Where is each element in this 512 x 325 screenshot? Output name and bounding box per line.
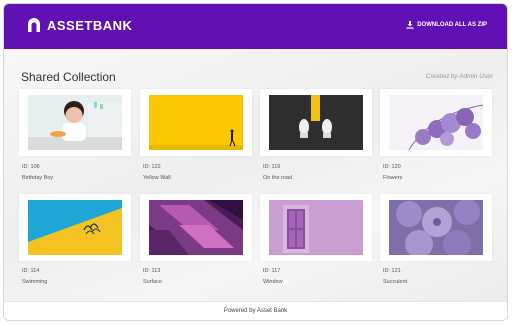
created-by: Created by Admin User: [425, 73, 493, 80]
asset-thumbnail: [149, 200, 243, 255]
asset-thumbnail: [269, 95, 363, 150]
asset-card[interactable]: [140, 89, 252, 156]
asset-thumbnail: [389, 200, 483, 255]
asset-meta: ID: 114 Swimming: [22, 268, 47, 285]
asset-card[interactable]: [140, 194, 252, 261]
asset-card[interactable]: [380, 89, 492, 156]
asset-id: ID: 119: [263, 164, 281, 170]
asset-name[interactable]: Birthday Boy: [22, 175, 53, 181]
powered-by-text[interactable]: Powered by Asset Bank: [224, 308, 287, 314]
asset-meta: ID: 122 Yellow Wall: [143, 164, 171, 181]
asset-meta: ID: 119 On the road: [263, 164, 292, 181]
asset-meta: ID: 106 Birthday Boy: [22, 164, 53, 181]
asset-meta: ID: 121 Succulent: [383, 268, 407, 285]
asset-meta: ID: 120 Flowers: [383, 164, 402, 181]
asset-id: ID: 121: [383, 268, 401, 274]
asset-id: ID: 122: [143, 164, 161, 170]
asset-thumbnail: [269, 200, 363, 255]
page-title: Shared Collection: [21, 70, 116, 84]
asset-name[interactable]: Succulent: [383, 279, 407, 285]
main-content: [4, 49, 507, 301]
asset-name[interactable]: Surface: [143, 279, 162, 285]
asset-id: ID: 114: [22, 268, 40, 274]
asset-name[interactable]: On the road: [263, 175, 292, 181]
asset-meta: ID: 117 Window: [263, 268, 283, 285]
app-header: ASSETBANK DOWNLOAD ALL AS ZIP: [4, 4, 507, 49]
app-window: ASSETBANK DOWNLOAD ALL AS ZIP Shared Col…: [3, 3, 508, 321]
asset-card[interactable]: [260, 89, 372, 156]
asset-id: ID: 117: [263, 268, 281, 274]
asset-thumbnail: [389, 95, 483, 150]
asset-name[interactable]: Window: [263, 279, 283, 285]
asset-name[interactable]: Swimming: [22, 279, 47, 285]
logo[interactable]: ASSETBANK: [27, 17, 132, 33]
logo-text: ASSETBANK: [47, 17, 133, 33]
asset-name[interactable]: Yellow Wall: [143, 175, 171, 181]
asset-id: ID: 106: [22, 164, 40, 170]
asset-thumbnail: [28, 95, 122, 150]
download-all-button[interactable]: DOWNLOAD ALL AS ZIP: [406, 21, 487, 29]
footer: Powered by Asset Bank: [4, 301, 507, 320]
asset-name[interactable]: Flowers: [383, 175, 402, 181]
download-all-label: DOWNLOAD ALL AS ZIP: [417, 22, 487, 28]
asset-thumbnail: [28, 200, 122, 255]
asset-thumbnail: [149, 95, 243, 150]
logo-icon: [28, 18, 40, 32]
asset-id: ID: 120: [383, 164, 401, 170]
asset-id: ID: 113: [143, 268, 161, 274]
download-icon: [406, 21, 414, 29]
asset-card[interactable]: [260, 194, 372, 261]
asset-card[interactable]: [380, 194, 492, 261]
asset-card[interactable]: [19, 194, 131, 261]
asset-meta: ID: 113 Surface: [143, 268, 162, 285]
asset-card[interactable]: [19, 89, 131, 156]
